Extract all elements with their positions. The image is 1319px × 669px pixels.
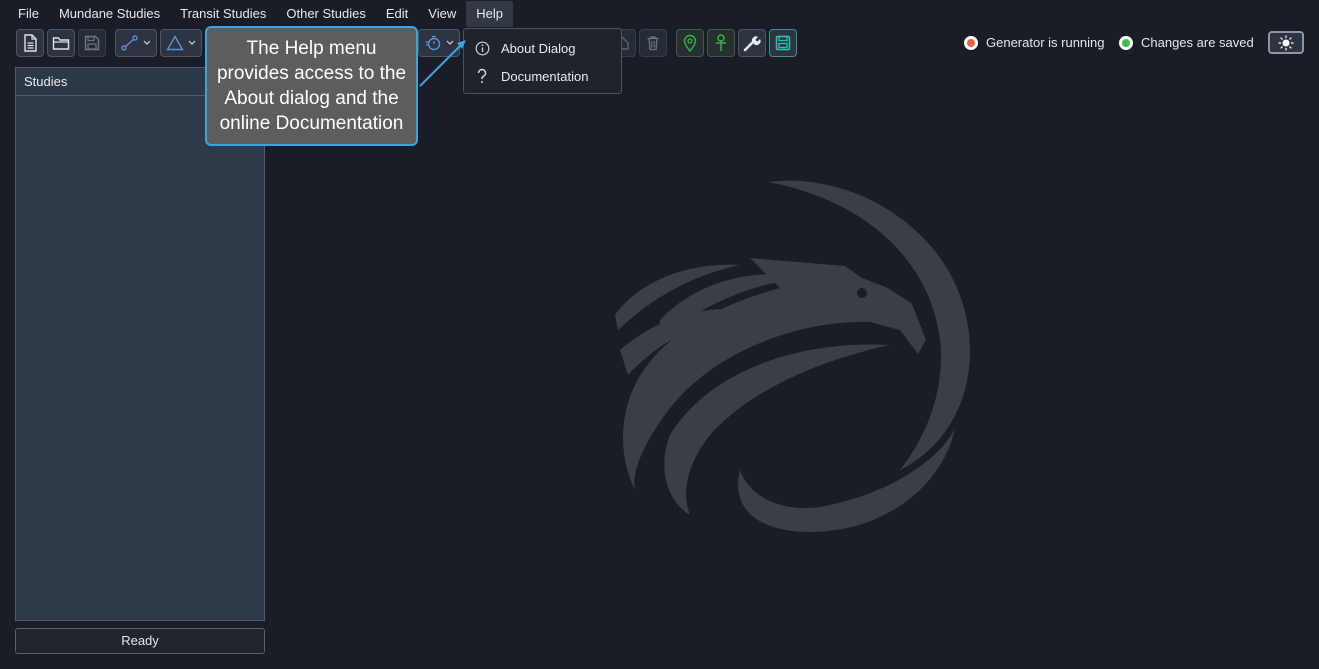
chevron-down-icon bbox=[188, 40, 196, 45]
menu-other-studies[interactable]: Other Studies bbox=[276, 1, 376, 27]
saved-status: Changes are saved bbox=[1119, 35, 1254, 50]
new-file-button[interactable] bbox=[16, 29, 44, 57]
location-pin-icon bbox=[683, 34, 697, 52]
new-file-icon bbox=[24, 34, 37, 52]
ankh-button[interactable] bbox=[707, 29, 735, 57]
trash-icon bbox=[647, 36, 659, 51]
question-icon bbox=[474, 68, 490, 84]
menu-help[interactable]: Help bbox=[466, 1, 513, 27]
menu-view[interactable]: View bbox=[418, 1, 466, 27]
open-button[interactable] bbox=[47, 29, 75, 57]
menu-file[interactable]: File bbox=[8, 1, 49, 27]
generator-status: Generator is running bbox=[964, 35, 1105, 50]
about-dialog-label: About Dialog bbox=[501, 40, 576, 56]
menu-transit-studies[interactable]: Transit Studies bbox=[170, 1, 276, 27]
chevron-down-icon bbox=[446, 40, 454, 45]
menu-edit[interactable]: Edit bbox=[376, 1, 418, 27]
about-dialog-menu-item[interactable]: About Dialog bbox=[464, 34, 621, 62]
status-bar: Ready bbox=[15, 628, 265, 654]
save-changes-button[interactable] bbox=[769, 29, 797, 57]
ankh-icon bbox=[716, 34, 726, 51]
saved-status-dot bbox=[1119, 35, 1133, 50]
timer-dropdown-icon bbox=[425, 35, 441, 51]
triangle-dropdown-icon bbox=[166, 35, 184, 51]
eagle-logo bbox=[615, 180, 971, 532]
save-changes-icon bbox=[775, 35, 791, 51]
menu-mundane-studies[interactable]: Mundane Studies bbox=[49, 1, 170, 27]
triangle-dropdown-button[interactable] bbox=[160, 29, 202, 57]
generator-status-label: Generator is running bbox=[986, 35, 1105, 50]
help-menu-dropdown: About Dialog Documentation bbox=[463, 28, 622, 94]
timer-dropdown-button[interactable] bbox=[418, 29, 460, 57]
saved-status-label: Changes are saved bbox=[1141, 35, 1254, 50]
callout-text: The Help menu provides access to the Abo… bbox=[216, 38, 407, 134]
documentation-menu-item[interactable]: Documentation bbox=[464, 62, 621, 90]
open-folder-icon bbox=[52, 37, 70, 50]
save-button[interactable] bbox=[78, 29, 106, 57]
link-dropdown-icon bbox=[121, 35, 138, 51]
sun-icon bbox=[1278, 35, 1294, 50]
documentation-label: Documentation bbox=[501, 68, 589, 84]
menubar: File Mundane Studies Transit Studies Oth… bbox=[0, 0, 1319, 28]
settings-button[interactable] bbox=[738, 29, 766, 57]
save-icon bbox=[84, 35, 100, 51]
info-icon bbox=[474, 40, 490, 56]
location-button[interactable] bbox=[676, 29, 704, 57]
link-dropdown-button[interactable] bbox=[115, 29, 157, 57]
delete-button[interactable] bbox=[639, 29, 667, 57]
theme-toggle-button[interactable] bbox=[1268, 31, 1304, 54]
chevron-down-icon bbox=[143, 40, 151, 45]
app-window: File Mundane Studies Transit Studies Oth… bbox=[0, 0, 1319, 669]
generator-status-dot bbox=[964, 35, 978, 50]
wrench-icon bbox=[743, 36, 761, 52]
tutorial-callout: The Help menu provides access to the Abo… bbox=[205, 26, 418, 146]
studies-panel: Studies bbox=[15, 67, 265, 621]
